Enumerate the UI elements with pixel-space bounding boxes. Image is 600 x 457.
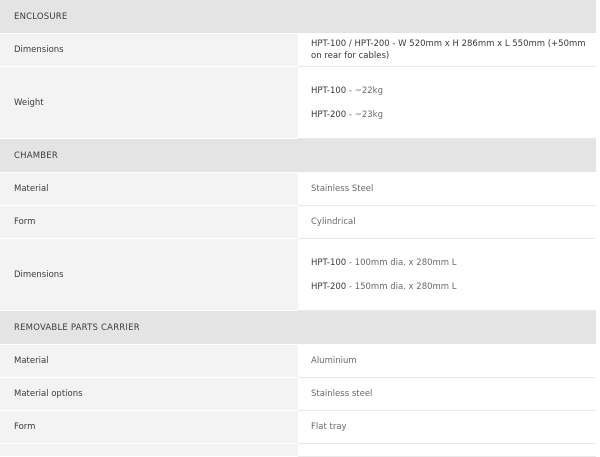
spec-value: HPT-100 - ~22kg HPT-200 - ~23kg <box>298 66 596 139</box>
specifications-table: ENCLOSURE Dimensions HPT-100 / HPT-200 -… <box>0 0 596 457</box>
spec-label: Dimensions <box>0 33 298 67</box>
spec-label: Material <box>0 344 298 378</box>
spec-label: Form <box>0 205 298 239</box>
spec-row-carrier-form: Form Flat tray <box>0 410 596 444</box>
model-value: - 150mm dia. x 280mm L <box>346 281 457 292</box>
spec-row-enclosure-dimensions: Dimensions HPT-100 / HPT-200 - W 520mm x… <box>0 33 596 67</box>
spec-row-chamber-material: Material Stainless Steel <box>0 172 596 206</box>
spec-value-line: HPT-200 - ~23kg <box>311 109 596 121</box>
spec-row-chamber-dimensions: Dimensions HPT-100 - 100mm dia. x 280mm … <box>0 238 596 311</box>
model-name: HPT-200 <box>311 109 347 120</box>
spec-value-line: HPT-100 - ~22kg <box>311 85 596 97</box>
spec-value: Aluminium <box>298 344 596 378</box>
model-name: HPT-100 <box>311 257 347 268</box>
spec-value-partial <box>298 443 596 457</box>
section-title: ENCLOSURE <box>0 0 596 34</box>
spec-value-line: HPT-100 - 100mm dia. x 280mm L <box>311 257 596 269</box>
section-header-enclosure: ENCLOSURE <box>0 0 596 34</box>
spec-label: Dimensions <box>0 238 298 311</box>
spec-value-line: HPT-200 - 150mm dia. x 280mm L <box>311 281 596 293</box>
spec-value: Stainless steel <box>298 377 596 411</box>
section-header-chamber: CHAMBER <box>0 138 596 173</box>
spec-row-carrier-material: Material Aluminium <box>0 344 596 378</box>
spec-row-partial <box>0 443 596 457</box>
spec-label: Material <box>0 172 298 206</box>
spec-label-partial <box>0 443 298 457</box>
spec-row-enclosure-weight: Weight HPT-100 - ~22kg HPT-200 - ~23kg <box>0 66 596 139</box>
spec-label: Material options <box>0 377 298 411</box>
model-value: - ~22kg <box>346 85 383 96</box>
spec-row-chamber-form: Form Cylindrical <box>0 205 596 239</box>
spec-value: Cylindrical <box>298 205 596 239</box>
spec-label: Form <box>0 410 298 444</box>
spec-value: Stainless Steel <box>298 172 596 206</box>
section-title: CHAMBER <box>0 138 596 173</box>
spec-value: HPT-100 / HPT-200 - W 520mm x H 286mm x … <box>298 33 596 67</box>
model-name: HPT-100 <box>311 85 347 96</box>
spec-label: Weight <box>0 66 298 139</box>
section-title: REMOVABLE PARTS CARRIER <box>0 310 596 345</box>
model-name: HPT-200 <box>311 281 347 292</box>
section-header-removable-parts-carrier: REMOVABLE PARTS CARRIER <box>0 310 596 345</box>
spec-value: HPT-100 - 100mm dia. x 280mm L HPT-200 -… <box>298 238 596 311</box>
spec-value: Flat tray <box>298 410 596 444</box>
model-value: - 100mm dia. x 280mm L <box>346 257 457 268</box>
spec-row-carrier-material-options: Material options Stainless steel <box>0 377 596 411</box>
model-value: - ~23kg <box>346 109 383 120</box>
